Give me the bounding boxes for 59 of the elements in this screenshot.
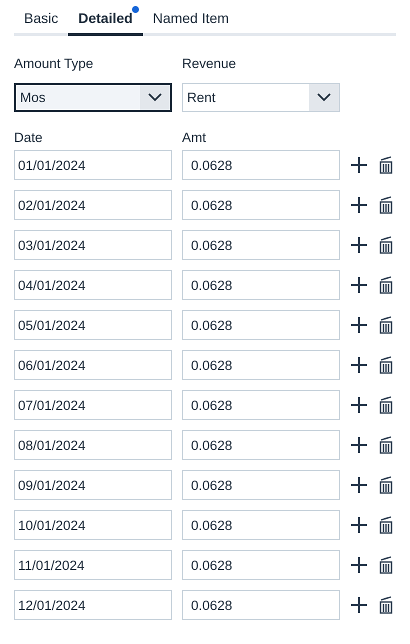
date-field[interactable]: 07/01/2024: [14, 390, 172, 420]
add-icon[interactable]: [350, 436, 368, 454]
amount-field[interactable]: 0.0628: [182, 590, 340, 620]
amount-field[interactable]: 0.0628: [182, 230, 340, 260]
column-label: Amt: [182, 130, 208, 147]
amount-field[interactable]: 0.0628: [182, 510, 340, 540]
add-icon[interactable]: [350, 356, 368, 374]
trash-icon[interactable]: [379, 436, 393, 454]
date-field[interactable]: 06/01/2024: [14, 350, 172, 380]
trash-icon[interactable]: [379, 276, 393, 294]
add-icon[interactable]: [350, 276, 368, 294]
field-label: Revenue: [182, 56, 238, 73]
trash-icon[interactable]: [379, 156, 393, 174]
column-label: Date: [14, 130, 44, 147]
amount-field[interactable]: 0.0628: [182, 150, 340, 180]
amount-field[interactable]: 0.0628: [182, 390, 340, 420]
amount-field[interactable]: 0.0628: [182, 430, 340, 460]
date-field[interactable]: 04/01/2024: [14, 270, 172, 300]
tab[interactable]: Basic: [14, 10, 68, 36]
date-field[interactable]: 09/01/2024: [14, 470, 172, 500]
date-field[interactable]: 08/01/2024: [14, 430, 172, 460]
add-icon[interactable]: [350, 556, 368, 574]
date-field[interactable]: 01/01/2024: [14, 150, 172, 180]
date-field[interactable]: 05/01/2024: [14, 310, 172, 340]
amount-field[interactable]: 0.0628: [182, 470, 340, 500]
date-field[interactable]: 02/01/2024: [14, 190, 172, 220]
chevron-down-icon: [148, 93, 162, 102]
field-label: Amount Type: [14, 56, 94, 73]
amount-field[interactable]: 0.0628: [182, 190, 340, 220]
date-field[interactable]: 03/01/2024: [14, 230, 172, 260]
dropdown[interactable]: Rent: [182, 83, 340, 112]
trash-icon[interactable]: [379, 196, 393, 214]
chevron-down-icon: [317, 93, 331, 102]
date-field[interactable]: 12/01/2024: [14, 590, 172, 620]
tab[interactable]: Detailed: [68, 10, 143, 36]
trash-icon[interactable]: [379, 476, 393, 494]
trash-icon[interactable]: [379, 356, 393, 374]
trash-icon[interactable]: [379, 396, 393, 414]
tab[interactable]: Named Item: [142, 10, 239, 36]
add-icon[interactable]: [350, 236, 368, 254]
trash-icon[interactable]: [379, 596, 393, 614]
trash-icon[interactable]: [379, 556, 393, 574]
amount-field[interactable]: 0.0628: [182, 270, 340, 300]
add-icon[interactable]: [350, 396, 368, 414]
add-icon[interactable]: [350, 316, 368, 334]
add-icon[interactable]: [350, 196, 368, 214]
trash-icon[interactable]: [379, 236, 393, 254]
date-field[interactable]: 10/01/2024: [14, 510, 172, 540]
amount-field[interactable]: 0.0628: [182, 310, 340, 340]
amount-field[interactable]: 0.0628: [182, 550, 340, 580]
amount-field[interactable]: 0.0628: [182, 350, 340, 380]
add-icon[interactable]: [350, 516, 368, 534]
add-icon[interactable]: [350, 156, 368, 174]
trash-icon[interactable]: [379, 316, 393, 334]
date-field[interactable]: 11/01/2024: [14, 550, 172, 580]
add-icon[interactable]: [350, 596, 368, 614]
trash-icon[interactable]: [379, 516, 393, 534]
add-icon[interactable]: [350, 476, 368, 494]
dropdown[interactable]: Mos: [14, 83, 172, 112]
